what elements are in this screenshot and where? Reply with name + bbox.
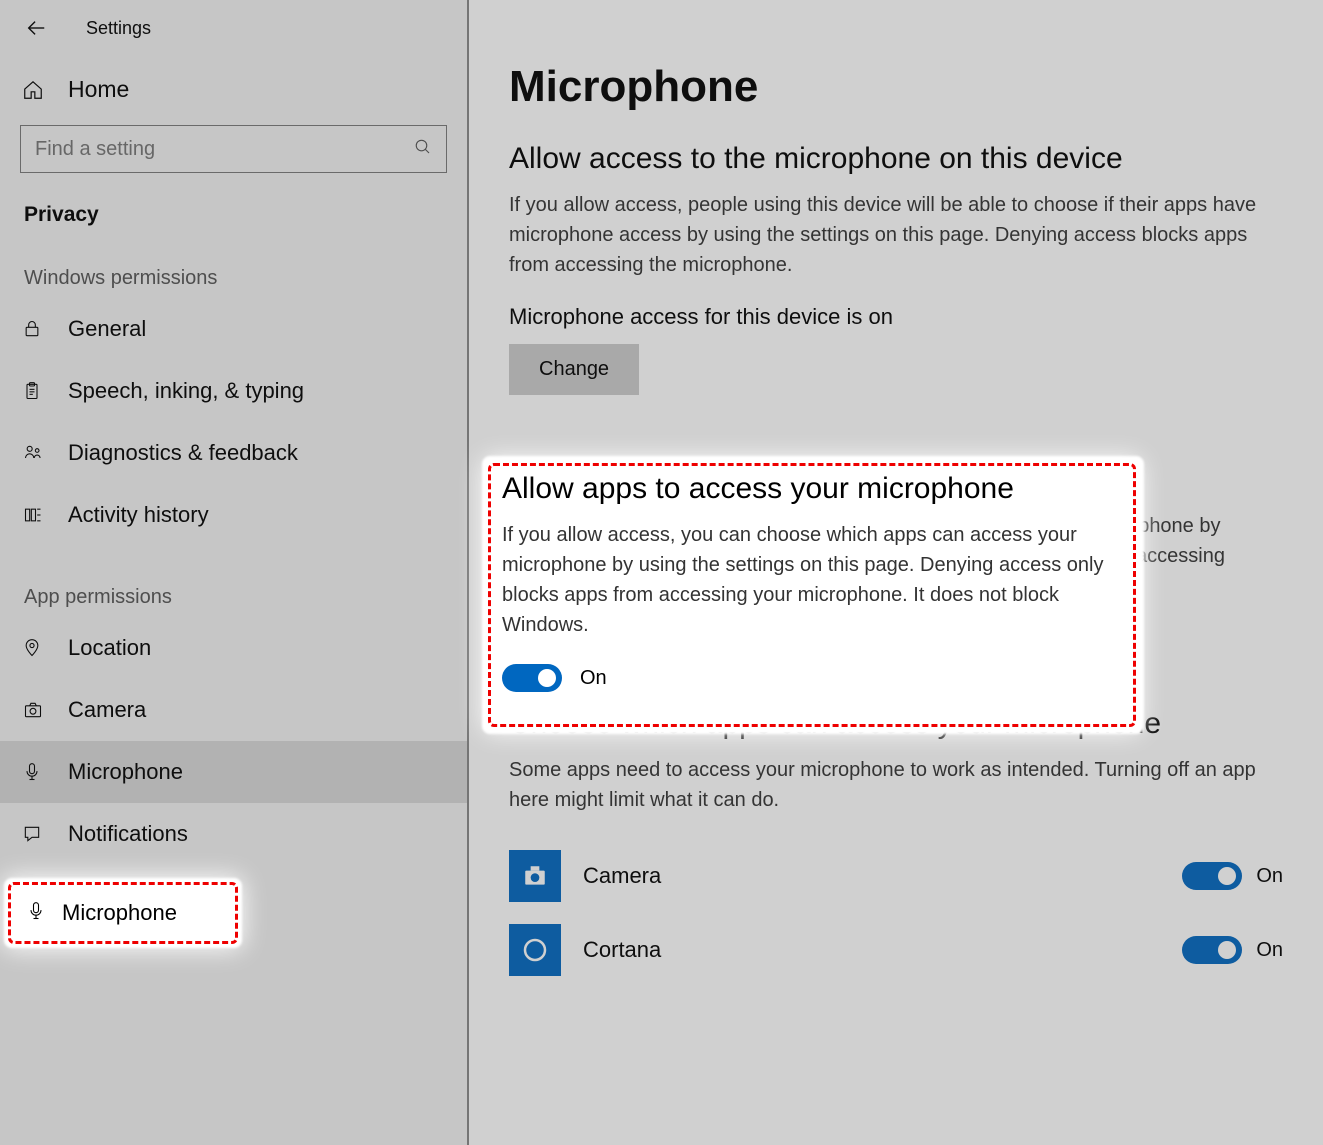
sidebar-item-label: Notifications — [68, 821, 188, 847]
sidebar-item-home[interactable]: Home — [0, 46, 467, 121]
section3-heading: Choose which apps can access your microp… — [509, 707, 1283, 741]
change-button[interactable]: Change — [509, 344, 639, 395]
sidebar-item-label: Microphone — [62, 900, 177, 926]
sidebar-section-label: Privacy — [0, 173, 467, 227]
section1-desc: If you allow access, people using this d… — [509, 190, 1269, 280]
sidebar-item-label: Camera — [68, 697, 146, 723]
sidebar-item-label: General — [68, 316, 146, 342]
sidebar-item-microphone[interactable]: Microphone — [0, 741, 467, 803]
sidebar-item-activity[interactable]: Activity history — [0, 484, 467, 546]
back-button[interactable] — [22, 14, 50, 42]
arrow-left-icon — [25, 17, 47, 39]
page-title: Microphone — [509, 62, 1283, 112]
microphone-icon — [22, 761, 52, 783]
camera-icon — [22, 700, 52, 720]
cortana-app-icon — [520, 935, 550, 965]
app-title: Settings — [86, 18, 151, 39]
search-icon — [414, 138, 432, 161]
search-input-field[interactable] — [35, 138, 414, 161]
app-row-camera: Camera On — [509, 839, 1283, 913]
app-cortana-toggle-state: On — [1256, 939, 1283, 962]
sidebar-item-label: Microphone — [68, 759, 183, 785]
location-icon — [22, 638, 52, 658]
notifications-icon — [22, 824, 52, 844]
section2-desc-hl: If you allow access, you can choose whic… — [502, 520, 1122, 640]
home-icon — [22, 79, 52, 101]
microphone-icon — [26, 900, 46, 927]
app-camera-toggle[interactable] — [1182, 862, 1242, 890]
section3-desc: Some apps need to access your microphone… — [509, 755, 1269, 815]
sidebar-item-label: Diagnostics & feedback — [68, 440, 298, 466]
sidebar-item-diagnostics[interactable]: Diagnostics & feedback — [0, 422, 467, 484]
clipboard-icon — [22, 381, 52, 401]
settings-sidebar: Settings Home Privacy Windows permission… — [0, 0, 467, 1145]
section1-heading: Allow access to the microphone on this d… — [509, 142, 1283, 176]
section2-heading-hl: Allow apps to access your microphone — [502, 472, 1122, 506]
app-camera-toggle-state: On — [1256, 865, 1283, 888]
allow-apps-toggle-hl[interactable] — [502, 664, 562, 692]
sidebar-item-label: Location — [68, 635, 151, 661]
camera-app-icon — [520, 863, 550, 889]
app-name-label: Camera — [583, 863, 1182, 889]
feedback-icon — [22, 443, 52, 463]
sidebar-item-notifications[interactable]: Notifications — [0, 803, 467, 865]
sidebar-item-general[interactable]: General — [0, 298, 467, 360]
lock-icon — [22, 319, 52, 339]
sidebar-item-location[interactable]: Location — [0, 617, 467, 679]
mic-access-status: Microphone access for this device is on — [509, 304, 1283, 330]
sidebar-group-app-permissions: App permissions — [0, 546, 467, 617]
allow-apps-toggle-state-hl: On — [580, 667, 607, 690]
sidebar-item-label: Activity history — [68, 502, 209, 528]
search-input[interactable] — [20, 125, 447, 173]
highlight-sidebar-content: Microphone — [4, 878, 242, 948]
sidebar-group-windows-permissions: Windows permissions — [0, 227, 467, 298]
app-cortana-toggle[interactable] — [1182, 936, 1242, 964]
app-tile-cortana — [509, 924, 561, 976]
activity-icon — [22, 505, 52, 525]
app-tile-camera — [509, 850, 561, 902]
sidebar-item-label: Home — [68, 76, 129, 103]
highlight-main-content: Allow apps to access your microphone If … — [502, 472, 1122, 692]
app-name-label: Cortana — [583, 937, 1182, 963]
sidebar-item-label: Speech, inking, & typing — [68, 378, 304, 404]
app-row-cortana: Cortana On — [509, 913, 1283, 987]
sidebar-item-camera[interactable]: Camera — [0, 679, 467, 741]
sidebar-item-speech[interactable]: Speech, inking, & typing — [0, 360, 467, 422]
